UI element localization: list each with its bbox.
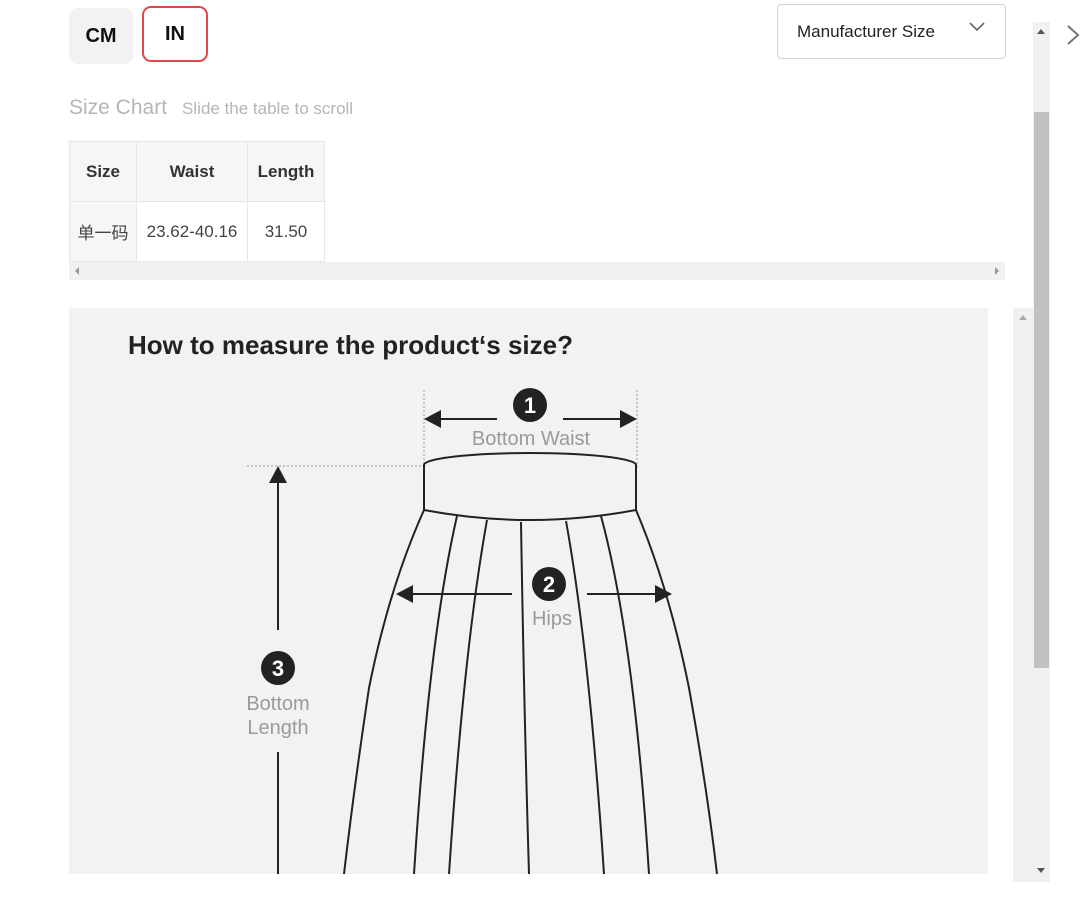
column-header-waist: Waist [136,141,248,202]
bottom-length-label-line2: Length [247,717,308,739]
size-table: Size Waist Length 单一码 23.62-40.16 31.50 [69,141,325,262]
table-row: 单一码 23.62-40.16 31.50 [69,201,325,262]
cell-length: 31.50 [247,201,325,262]
cell-waist: 23.62-40.16 [136,201,248,262]
number-badge-3-text: 3 [272,656,284,681]
scroll-right-arrow-icon[interactable] [995,267,999,275]
hips-label: Hips [532,608,572,630]
unit-in-button[interactable]: IN [142,6,208,62]
number-badge-2-text: 2 [543,572,555,597]
close-icon[interactable] [1066,24,1080,46]
measure-guide-image: How to measure the product‘s size? 1 Bot… [69,308,988,874]
skirt-illustration [247,452,718,874]
unit-cm-button[interactable]: CM [69,8,133,64]
page-scrollbar-thumb[interactable] [1034,112,1049,668]
bottom-length-label-line1: Bottom [246,693,309,715]
column-header-length: Length [247,141,325,202]
guide-scrollbar[interactable] [1013,308,1033,882]
size-type-select-value: Manufacturer Size [797,21,935,41]
cell-size: 单一码 [69,201,137,262]
scroll-left-arrow-icon[interactable] [75,267,79,275]
size-chart-title: Size Chart [69,96,168,119]
column-header-size: Size [69,141,137,202]
number-badge-1-text: 1 [524,393,536,418]
length-measure: 3 Bottom Length [246,466,310,874]
table-header-row: Size Waist Length [69,141,325,202]
scroll-down-arrow-icon[interactable] [1037,868,1045,873]
scroll-up-arrow-icon[interactable] [1037,29,1045,34]
table-horizontal-scrollbar[interactable] [69,262,1005,280]
size-type-select[interactable]: Manufacturer Size [777,4,1006,59]
scroll-up-arrow-icon[interactable] [1019,315,1027,320]
bottom-waist-label: Bottom Waist [472,428,591,450]
size-chart-hint: Slide the table to scroll [182,99,354,118]
size-chart-header: Size Chart Slide the table to scroll [69,96,353,120]
measure-guide-title: How to measure the product‘s size? [128,330,573,360]
chevron-down-icon [969,22,985,32]
